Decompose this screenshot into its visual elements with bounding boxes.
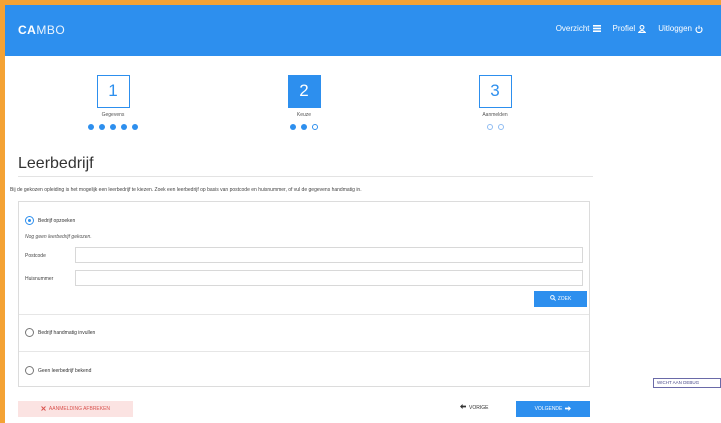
progress-dot	[301, 124, 307, 130]
step-3: 3 Aanmelden	[455, 75, 535, 130]
step-1: 1 Gegevens	[73, 75, 153, 130]
radio-search-company[interactable]	[25, 216, 34, 225]
next-button[interactable]: VOLGENDE	[516, 401, 590, 417]
nav-overzicht[interactable]: Overzicht	[556, 24, 601, 33]
radio-manual-company[interactable]	[25, 328, 34, 337]
arrow-right-icon	[565, 405, 572, 413]
step-2-number: 2	[287, 75, 321, 108]
progress-dot	[99, 124, 105, 130]
title-divider	[18, 176, 593, 177]
step-1-dots	[73, 124, 153, 130]
progress-dot	[110, 124, 116, 130]
option-search-company[interactable]: Bedrijf opzoeken	[25, 216, 75, 225]
divider	[19, 314, 589, 315]
divider	[19, 351, 589, 352]
intro-text: Bij de gekozen opleiding is het mogelijk…	[10, 187, 362, 193]
page: CAMBO Overzicht Profiel Uitloggen 1 Gege…	[5, 5, 721, 423]
option-manual-label: Bedrijf handmatig invullen	[38, 329, 96, 336]
nav-profiel-label: Profiel	[612, 24, 636, 33]
previous-button[interactable]: VORIGE	[460, 404, 488, 411]
progress-dot	[132, 124, 138, 130]
step-3-label: Aanmelden	[482, 112, 508, 118]
progress-dot	[88, 124, 94, 130]
search-button-label: ZOEK	[557, 296, 572, 302]
postcode-input[interactable]	[75, 247, 583, 263]
progress-dot-empty	[486, 124, 493, 130]
main-nav: Overzicht Profiel Uitloggen	[556, 24, 703, 33]
step-3-number: 3	[478, 75, 512, 108]
cancel-label: AANMELDING AFBREKEN	[48, 406, 111, 412]
step-wizard: 1 Gegevens 2 Keuze 3 Aanmelden	[5, 75, 605, 145]
huisnummer-label: Huisnummer	[25, 276, 54, 282]
user-icon	[638, 24, 647, 33]
debug-toggle[interactable]: WICHT AAN DEBUG	[653, 378, 721, 388]
progress-dot-current	[312, 124, 318, 130]
progress-dot	[121, 124, 127, 130]
company-form-panel: Bedrijf opzoeken Nog geen leerbedrijf ge…	[18, 201, 590, 387]
page-title: Leerbedrijf	[18, 155, 94, 172]
previous-label: VORIGE	[469, 404, 489, 411]
list-icon	[592, 25, 601, 32]
option-none-label: Geen leerbedrijf bekend	[38, 367, 92, 374]
cancel-enrollment-button[interactable]: AANMELDING AFBREKEN	[18, 401, 133, 417]
option-manual-company[interactable]: Bedrijf handmatig invullen	[25, 328, 95, 337]
option-no-company[interactable]: Geen leerbedrijf bekend	[25, 366, 91, 375]
postcode-label: Postcode	[25, 253, 46, 259]
nav-uitloggen[interactable]: Uitloggen	[658, 24, 703, 33]
progress-dot-empty	[497, 124, 504, 130]
step-1-label: Gegevens	[101, 112, 125, 118]
power-icon	[695, 25, 703, 33]
option-search-label: Bedrijf opzoeken	[38, 217, 76, 224]
nav-uitloggen-label: Uitloggen	[658, 24, 692, 33]
step-2: 2 Keuze	[264, 75, 344, 130]
nav-overzicht-label: Overzicht	[555, 24, 590, 33]
step-2-dots	[264, 124, 344, 130]
step-2-label: Keuze	[296, 112, 312, 118]
logo-rest: MBO	[36, 23, 66, 37]
top-navbar: CAMBO Overzicht Profiel Uitloggen	[5, 5, 721, 56]
arrow-left-icon	[460, 404, 466, 411]
radio-no-company[interactable]	[25, 366, 34, 375]
no-company-note: Nog geen leerbedrijf gekozen.	[25, 234, 92, 240]
next-label: VOLGENDE	[534, 406, 563, 412]
step-3-dots	[455, 124, 535, 130]
logo[interactable]: CAMBO	[18, 23, 65, 37]
huisnummer-input[interactable]	[75, 270, 583, 286]
progress-dot	[290, 124, 296, 130]
search-icon	[549, 295, 556, 303]
close-icon	[41, 405, 46, 413]
search-button[interactable]: ZOEK	[534, 291, 587, 307]
step-1-number: 1	[96, 75, 130, 108]
nav-profiel[interactable]: Profiel	[613, 24, 647, 33]
logo-bold: CA	[18, 23, 37, 37]
